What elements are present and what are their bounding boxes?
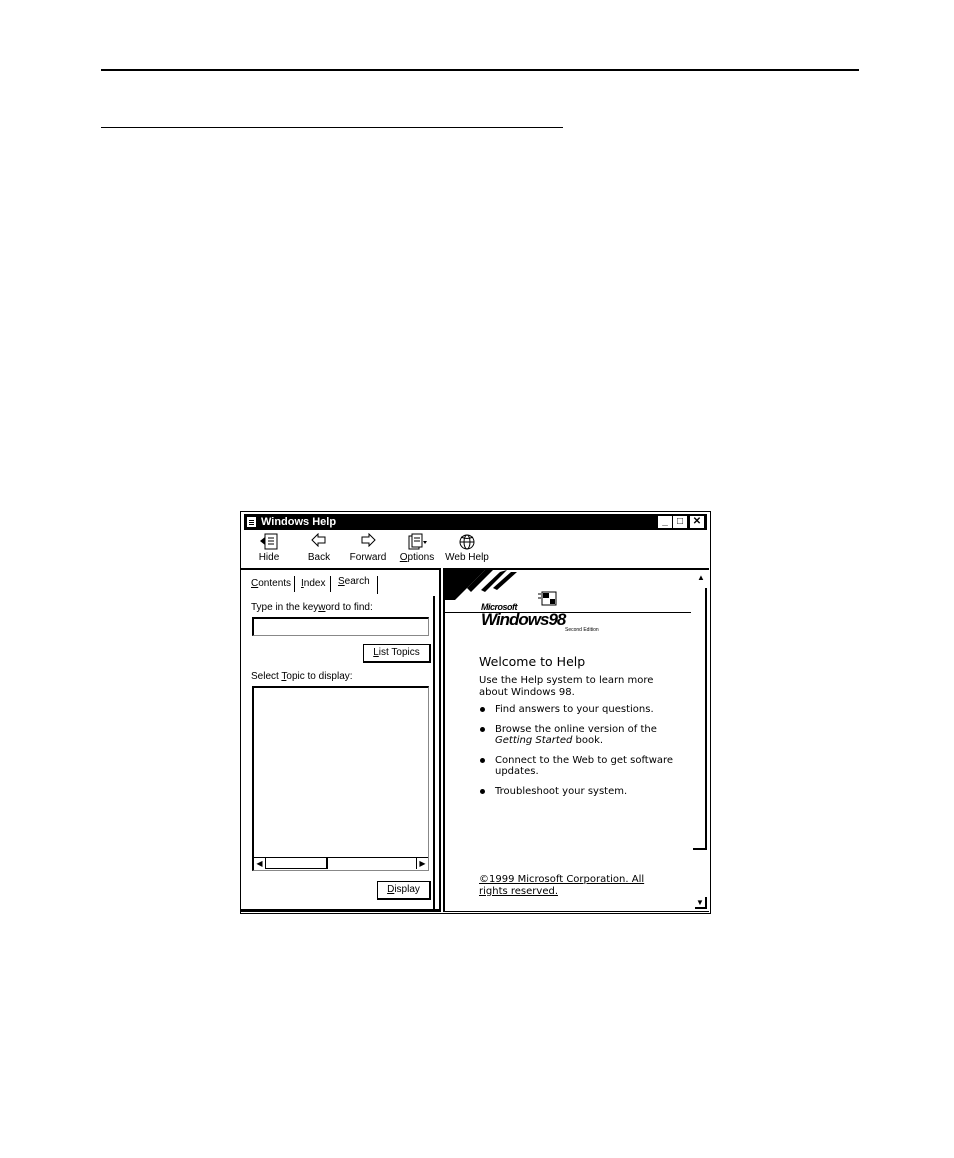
close-button[interactable]: ✕ (690, 516, 704, 528)
list-item: Connect to the Web to get software updat… (479, 755, 679, 778)
banner-swoosh-graphic (445, 570, 517, 600)
horizontal-scrollbar[interactable]: ◀ ▶ (254, 857, 428, 870)
options-button[interactable]: Options (389, 533, 445, 563)
scroll-up-icon[interactable]: ▲ (695, 572, 707, 584)
topic-list[interactable]: ◀ ▶ (252, 686, 429, 871)
windows-flag-icon (538, 591, 557, 606)
hide-button[interactable]: Hide (241, 533, 297, 563)
options-label: Options (399, 552, 435, 563)
feature-list: Find answers to your questions. Browse t… (479, 704, 679, 805)
logo-edition-text: Second Edition (565, 627, 599, 633)
page-top-rule (101, 69, 859, 71)
scroll-thumb[interactable] (693, 848, 707, 850)
tab-divider (330, 576, 331, 592)
section-rule (101, 127, 563, 128)
web-help-label: Web Help (445, 552, 489, 563)
list-topics-button[interactable]: List Topics (363, 644, 431, 663)
copyright-link[interactable]: ©1999 Microsoft Corporation. All rights … (479, 874, 659, 897)
help-window: Windows Help _ □ ✕ Hide Back Forward Opt… (240, 511, 711, 914)
scroll-right-icon[interactable]: ▶ (416, 858, 428, 869)
back-arrow-icon (308, 532, 330, 551)
topic-label: Select Topic to display: (251, 671, 353, 682)
minimize-button[interactable]: _ (658, 516, 672, 528)
forward-button[interactable]: Forward (340, 532, 396, 563)
keyword-input[interactable] (252, 617, 429, 636)
tab-divider (377, 576, 378, 594)
scroll-track[interactable] (705, 588, 707, 850)
back-button[interactable]: Back (291, 532, 347, 563)
list-item: Troubleshoot your system. (479, 786, 679, 798)
navigation-pane: Contents Index Search Type in the keywor… (241, 568, 439, 912)
list-item: Browse the online version of the Getting… (479, 724, 679, 747)
list-item: Find answers to your questions. (479, 704, 679, 716)
back-label: Back (307, 552, 331, 563)
window-title: Windows Help (261, 516, 337, 528)
hide-icon (258, 533, 280, 551)
hide-label: Hide (258, 552, 280, 563)
vertical-scrollbar[interactable]: ▲ ▼ (693, 570, 709, 911)
logo-product-text: Windows98 (481, 610, 566, 629)
tab-panel-edge (433, 596, 435, 909)
title-bar[interactable]: Windows Help _ □ ✕ (244, 514, 707, 530)
scroll-thumb[interactable] (266, 858, 328, 869)
keyword-label: Type in the keyword to find: (251, 602, 373, 613)
topic-pane: Microsoft Windows98 Second Edition Welco… (445, 568, 709, 912)
toolbar: Hide Back Forward Options Web Help (241, 531, 710, 567)
display-button[interactable]: Display (377, 881, 431, 900)
scroll-left-icon[interactable]: ◀ (254, 858, 266, 869)
web-help-icon (456, 533, 478, 551)
forward-label: Forward (349, 552, 387, 563)
scroll-down-icon[interactable]: ▼ (695, 897, 707, 909)
options-icon (406, 533, 428, 551)
help-book-icon[interactable] (247, 517, 256, 527)
web-help-button[interactable]: Web Help (439, 533, 495, 563)
tab-index[interactable]: Index (301, 578, 325, 589)
forward-arrow-icon (357, 532, 379, 551)
welcome-heading: Welcome to Help (479, 654, 586, 669)
tab-search[interactable]: Search (338, 576, 370, 587)
intro-text: Use the Help system to learn more about … (479, 675, 654, 698)
tab-divider (294, 576, 295, 592)
maximize-button[interactable]: □ (673, 516, 687, 528)
tab-contents[interactable]: Contents (251, 578, 291, 589)
